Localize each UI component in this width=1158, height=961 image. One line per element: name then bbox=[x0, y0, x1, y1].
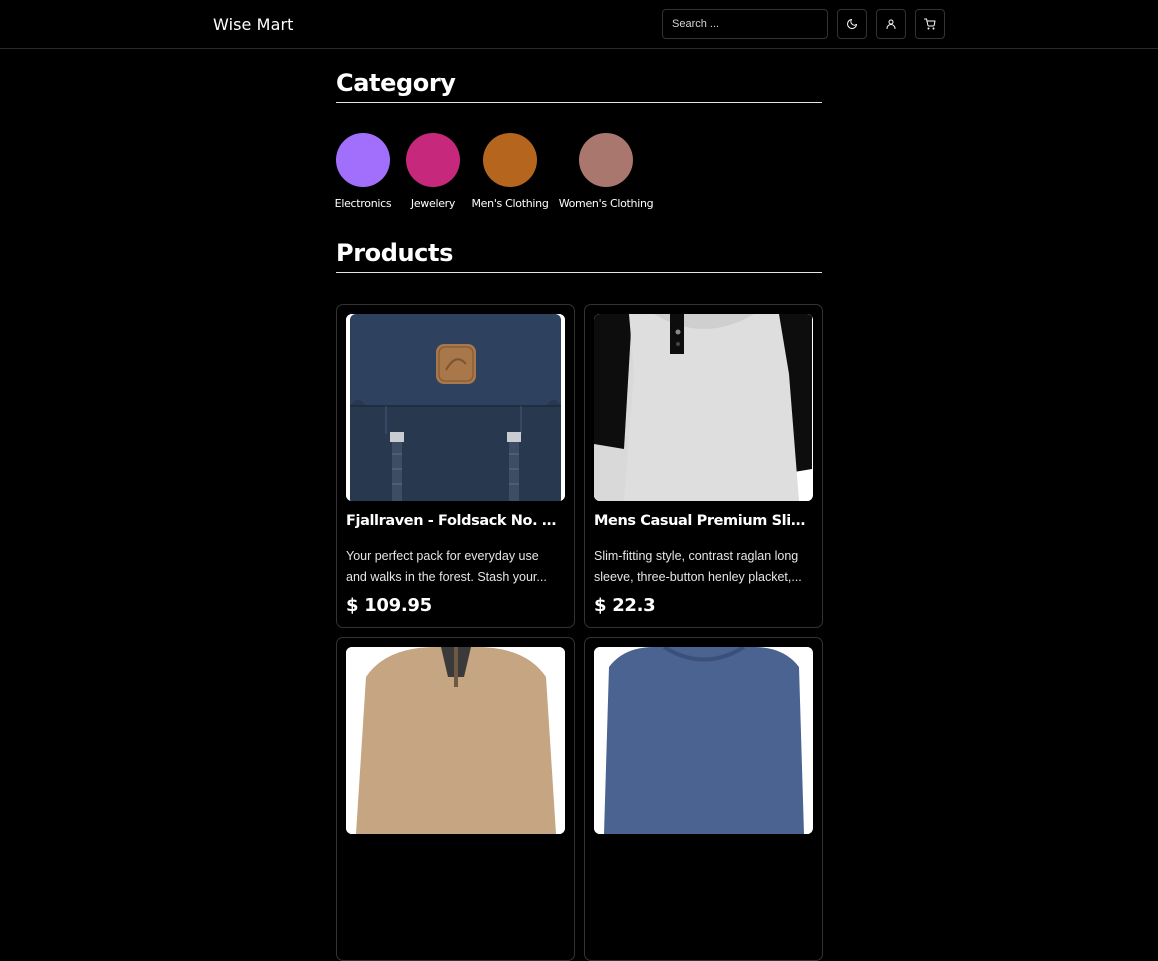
category-label: Electronics bbox=[334, 197, 392, 210]
moon-icon bbox=[847, 19, 857, 29]
product-card[interactable]: Mens Casual Premium Slim Fi... Slim-fitt… bbox=[584, 304, 823, 628]
cart-icon bbox=[924, 18, 936, 30]
category-list: Electronics Jewelery Men's Clothing Wome… bbox=[334, 133, 822, 213]
theme-toggle-button[interactable] bbox=[837, 9, 867, 39]
category-heading: Category bbox=[336, 69, 822, 103]
main-content: Category Electronics Jewelery Men's Clot… bbox=[334, 49, 823, 961]
category-swatch bbox=[336, 133, 390, 187]
category-label: Women's Clothing bbox=[558, 197, 654, 210]
category-item-womens-clothing[interactable]: Women's Clothing bbox=[559, 133, 654, 210]
product-card[interactable]: Fjallraven - Foldsack No. 1 Ba... Your p… bbox=[336, 304, 575, 628]
category-swatch bbox=[579, 133, 633, 187]
category-label: Men's Clothing bbox=[471, 197, 549, 210]
account-button[interactable] bbox=[876, 9, 906, 39]
product-image-jacket bbox=[346, 647, 565, 834]
product-name: Fjallraven - Foldsack No. 1 Ba... bbox=[346, 513, 565, 529]
search-input[interactable] bbox=[662, 9, 828, 39]
category-swatch bbox=[406, 133, 460, 187]
product-card[interactable] bbox=[336, 637, 575, 961]
product-name: Mens Casual Premium Slim Fi... bbox=[594, 513, 813, 529]
product-description: Slim-fitting style, contrast raglan long… bbox=[594, 549, 802, 584]
product-price: $ 22.3 bbox=[594, 595, 656, 616]
products-heading: Products bbox=[336, 239, 822, 273]
category-item-jewelery[interactable]: Jewelery bbox=[406, 133, 460, 210]
category-label: Jewelery bbox=[410, 197, 456, 210]
brand-logo[interactable]: Wise Mart bbox=[213, 15, 294, 34]
product-image-backpack bbox=[346, 314, 565, 501]
cart-button[interactable] bbox=[915, 9, 945, 39]
user-icon bbox=[886, 19, 896, 29]
product-description: Your perfect pack for everyday use and w… bbox=[346, 549, 547, 584]
product-card[interactable] bbox=[584, 637, 823, 961]
product-image-tshirt bbox=[594, 647, 813, 834]
top-navbar: Wise Mart bbox=[0, 0, 1158, 49]
product-image-shirt bbox=[594, 314, 813, 501]
category-item-mens-clothing[interactable]: Men's Clothing bbox=[471, 133, 549, 210]
category-item-electronics[interactable]: Electronics bbox=[334, 133, 392, 210]
product-price: $ 109.95 bbox=[346, 595, 432, 616]
category-swatch bbox=[483, 133, 537, 187]
